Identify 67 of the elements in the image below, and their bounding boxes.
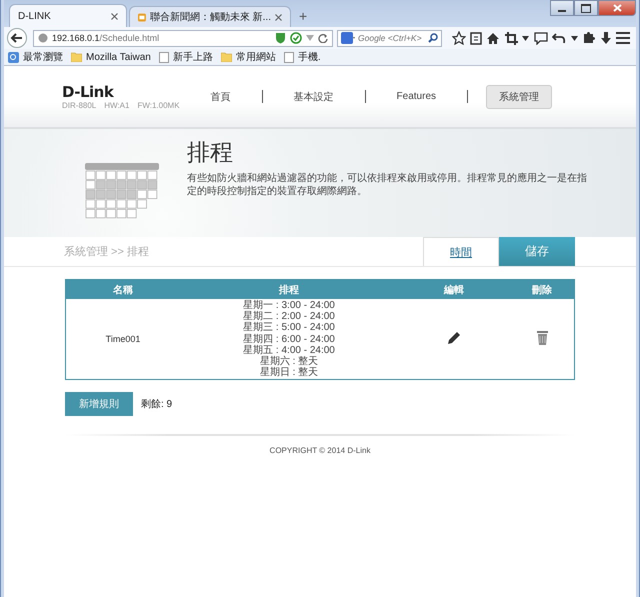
- dropdown-icon[interactable]: [522, 36, 530, 40]
- browser-tab[interactable]: 聯合新聞網：觸動未來 新...: [129, 6, 291, 27]
- maximize-button[interactable]: [574, 0, 598, 16]
- menu-icon[interactable]: [616, 32, 630, 44]
- close-icon[interactable]: [111, 12, 118, 20]
- check-icon: [290, 32, 302, 44]
- edit-icon[interactable]: [448, 332, 460, 344]
- bookmark-feed-icon: [8, 52, 19, 62]
- star-icon[interactable]: [452, 31, 466, 45]
- close-icon[interactable]: [275, 14, 282, 20]
- nav-tab[interactable]: Features: [384, 86, 450, 107]
- column-header: 編輯: [398, 280, 510, 299]
- nav-tab[interactable]: 系統管理: [486, 84, 552, 108]
- schedule-entry: 星期四 : 6:00 - 24:00: [242, 334, 336, 345]
- close-icon: [612, 4, 622, 12]
- nav-tab[interactable]: 基本設定: [280, 84, 347, 108]
- page-icon: [284, 52, 294, 62]
- calendar-icon: [85, 163, 159, 219]
- bookmark-item[interactable]: 手機.: [284, 50, 321, 64]
- dropdown-icon[interactable]: [570, 36, 578, 40]
- column-header: 排程: [180, 280, 398, 299]
- rule-name: Time001: [106, 334, 140, 344]
- address-field[interactable]: 192.168.0.1/Schedule.html: [33, 30, 333, 46]
- back-button[interactable]: [7, 28, 27, 48]
- chat-icon[interactable]: [534, 32, 548, 44]
- page-description: 有些如防火牆和網站過濾器的功能，可以依排程來啟用或停用。排程常見的應用之一是在指定的時段控制指定的裝置存取網際網路。: [187, 172, 587, 198]
- bookmark-item[interactable]: 最常瀏覽: [8, 50, 63, 64]
- new-tab-button[interactable]: +: [293, 8, 314, 27]
- folder-icon: [220, 52, 232, 62]
- browser-tab[interactable]: D-LINK: [9, 4, 127, 27]
- column-header: 刪除: [510, 280, 574, 299]
- model-text: DIR-880L: [62, 101, 96, 110]
- schedule-entry: 星期六 : 整天: [258, 356, 320, 368]
- schedule-entry: 星期日 : 整天: [258, 367, 320, 378]
- hardware-version: HW:A1: [104, 101, 130, 110]
- remaining-count: 剩餘: 9: [141, 398, 172, 412]
- page-title: 排程: [187, 139, 234, 168]
- close-button[interactable]: [598, 0, 636, 16]
- bookmark-item[interactable]: 新手上路: [158, 50, 213, 64]
- schedule-entry: 星期一 : 3:00 - 24:00: [242, 300, 336, 311]
- clipboard-icon[interactable]: [470, 31, 482, 45]
- column-header: 名稱: [66, 280, 180, 299]
- home-icon[interactable]: [486, 32, 500, 44]
- download-icon[interactable]: [600, 32, 612, 44]
- schedule-entry: 星期三 : 5:00 - 24:00: [242, 322, 336, 334]
- page-icon: [158, 52, 169, 62]
- brand-logo: D-Link: [62, 83, 115, 101]
- reload-icon[interactable]: [318, 33, 328, 43]
- bookmark-item[interactable]: Mozilla Taiwan: [71, 52, 151, 62]
- search-icon[interactable]: [428, 33, 438, 43]
- nav-tab[interactable]: 首頁: [198, 84, 244, 108]
- search-engine-icon[interactable]: [341, 32, 355, 44]
- favicon-icon: [138, 12, 146, 22]
- breadcrumb: 系統管理 >> 排程: [64, 244, 149, 259]
- undo-icon[interactable]: [552, 32, 566, 44]
- bookmark-item[interactable]: 常用網站: [220, 50, 276, 64]
- minimize-button[interactable]: [550, 0, 574, 16]
- folder-icon: [71, 52, 82, 62]
- schedule-entry: 星期二 : 2:00 - 24:00: [242, 311, 336, 322]
- firmware-version: FW:1.00MK: [137, 101, 180, 110]
- schedule-entry: 星期五 : 4:00 - 24:00: [242, 344, 336, 356]
- trash-icon[interactable]: [536, 330, 548, 345]
- shield-icon: [275, 32, 286, 44]
- crop-icon[interactable]: [504, 32, 518, 44]
- copyright-text: COPYRIGHT © 2014 D-Link: [268, 446, 372, 456]
- puzzle-icon[interactable]: [582, 32, 596, 44]
- search-field[interactable]: Google <Ctrl+K>: [337, 30, 442, 46]
